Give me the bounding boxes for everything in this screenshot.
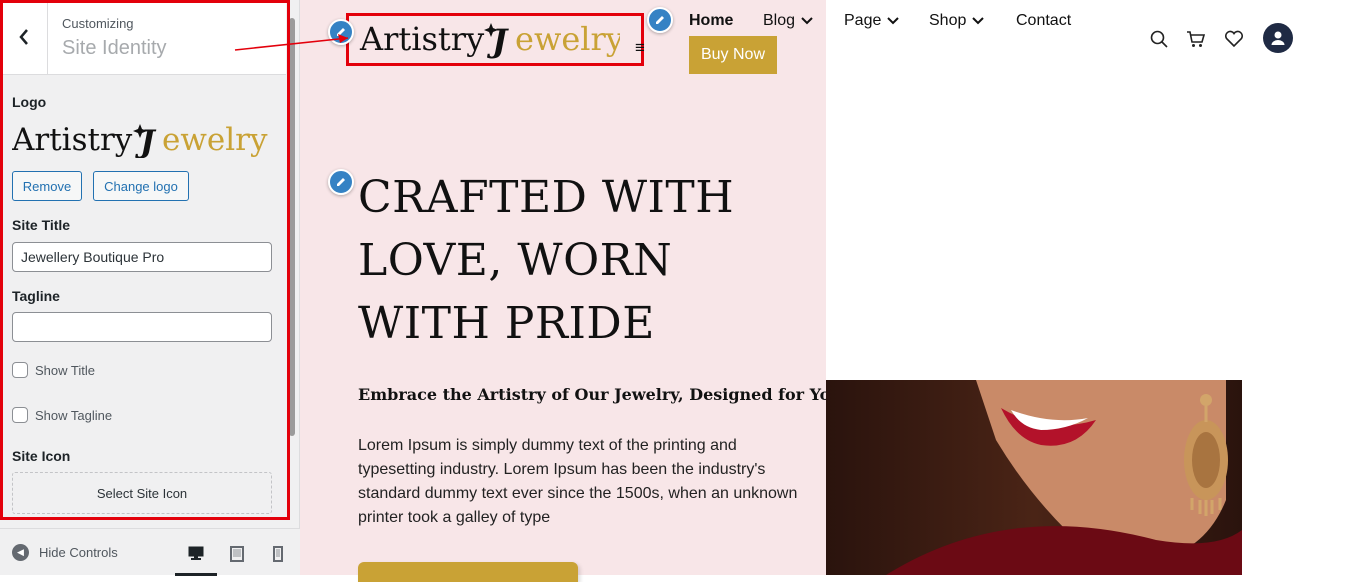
customizer-panel: Logo Artistry J ewelry Remove Change log… [0,75,286,525]
search-icon[interactable] [1150,30,1168,48]
nav-item-page[interactable]: Page [844,12,900,30]
chevron-left-icon [18,29,28,45]
remove-logo-button[interactable]: Remove [12,171,82,201]
hide-controls-button[interactable]: ◀ Hide Controls [12,544,118,561]
select-site-icon-button[interactable]: Select Site Icon [12,472,272,514]
edit-menu-pencil-icon[interactable] [647,7,673,33]
user-icon [1271,31,1285,45]
show-title-option: Show Title [12,362,95,378]
nav-label: Blog [763,12,796,29]
nav-label: Contact [1016,12,1072,29]
cart-icon[interactable] [1186,30,1206,48]
hide-controls-label: Hide Controls [39,545,118,560]
tablet-icon [230,546,244,562]
heart-icon[interactable] [1224,30,1244,48]
sidebar-scrollbar[interactable] [288,10,296,524]
collapse-icon: ◀ [12,544,29,561]
nav-item-shop[interactable]: Shop [929,12,985,30]
highlight-box-logo [346,13,644,66]
buy-now-button[interactable]: Buy Now [689,36,777,74]
chevron-down-icon [972,17,985,25]
customizing-label: Customizing [62,16,134,31]
hero-subtitle: Embrace the Artistry of Our Jewelry, Des… [358,385,842,404]
nav-label: Page [844,12,882,29]
site-icon-label: Site Icon [12,448,71,464]
nav-item-blog[interactable]: Blog [763,12,813,30]
hero-body-text: Lorem Ipsum is simply dummy text of the … [358,437,798,526]
show-tagline-label: Show Tagline [35,407,113,423]
site-title-label: Site Title [12,217,71,233]
svg-text:ewelry: ewelry [162,122,268,158]
user-account-button[interactable] [1263,23,1293,53]
show-title-label: Show Title [35,362,95,378]
show-tagline-checkbox[interactable] [12,407,28,423]
change-logo-button[interactable]: Change logo [93,171,189,201]
site-preview: Artistry J ewelry ≡ Home Blog Page Shop … [300,0,1365,582]
nav-label: Shop [929,12,967,29]
chevron-down-icon [801,17,813,25]
hero-title: CRAFTED WITH LOVE, WORN WITH PRIDE [358,172,735,349]
show-tagline-option: Show Tagline [12,407,112,423]
logo-preview-image: Artistry J ewelry [12,122,268,158]
device-tablet-button[interactable] [216,541,258,576]
show-title-checkbox[interactable] [12,362,28,378]
hero-cta-button[interactable] [358,562,578,582]
site-title-input[interactable]: Jewellery Boutique Pro [12,242,272,272]
edit-hero-pencil-icon[interactable] [328,169,354,195]
hero-model-photo [826,380,1242,575]
annotation-arrow-icon [234,34,349,51]
nav-item-home[interactable]: Home [689,12,733,30]
logo-label: Logo [12,94,47,110]
device-desktop-button[interactable] [175,541,217,576]
tagline-input[interactable] [12,312,272,342]
scrollbar-thumb[interactable] [289,18,295,436]
customizer-footer: ◀ Hide Controls [0,528,300,576]
section-title: Site Identity [62,37,167,59]
device-mobile-button[interactable] [257,541,299,576]
desktop-icon [188,546,204,560]
svg-text:Artistry: Artistry [12,122,133,158]
nav-item-contact[interactable]: Contact [1016,12,1071,30]
menu-icon[interactable]: ≡ [635,38,645,58]
back-button[interactable] [0,0,48,74]
tagline-label: Tagline [12,288,60,304]
mobile-icon [273,546,283,562]
chevron-down-icon [887,17,900,25]
nav-label: Home [689,12,734,29]
customizer-sidebar: Customizing Site Identity Logo Artistry … [0,0,300,576]
